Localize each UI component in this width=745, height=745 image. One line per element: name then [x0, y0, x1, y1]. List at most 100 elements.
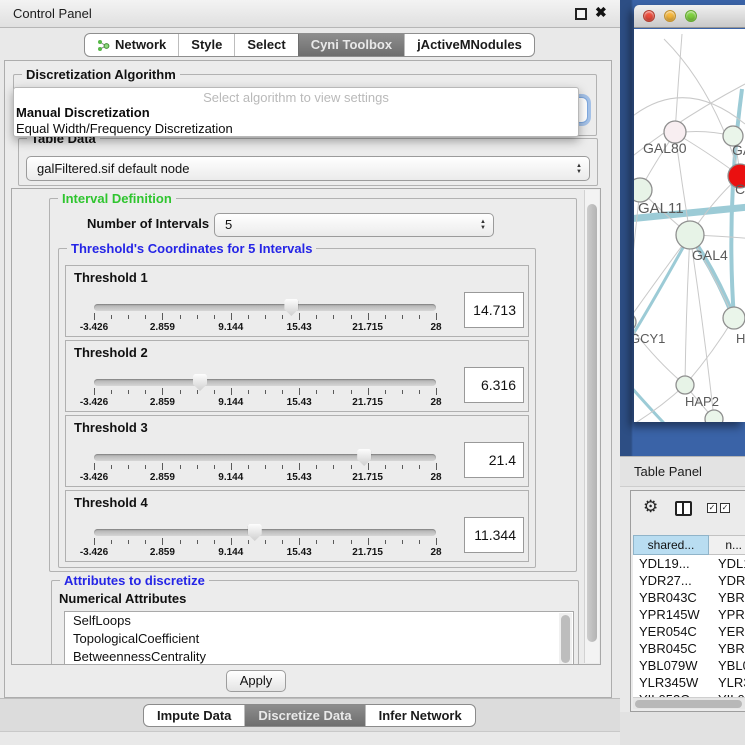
close-icon[interactable]: ✖	[595, 4, 607, 21]
table-row[interactable]: YBR045CYBR0	[633, 640, 745, 657]
table-body[interactable]: YDL19...YDL1YDR27...YDR2YBR043CYBR0YPR14…	[633, 555, 745, 697]
table-row[interactable]: YDL19...YDL1	[633, 555, 745, 572]
scrollbar-thumb[interactable]	[587, 204, 597, 642]
network-edge[interactable]	[685, 318, 734, 385]
threshold-value-field[interactable]: 14.713	[464, 292, 524, 328]
network-node[interactable]	[676, 376, 694, 394]
control-panel-titlebar: Control Panel ✖	[0, 0, 620, 28]
network-node[interactable]	[705, 410, 723, 422]
threshold-1-panel: Threshold 1 -3.4262.8599.14415.4321.7152…	[65, 265, 529, 337]
zoom-traffic-light-icon[interactable]	[685, 10, 697, 22]
checkbox-icon[interactable]: ✓	[720, 503, 730, 513]
float-window-icon[interactable]	[575, 8, 587, 20]
tab-label: Style	[191, 34, 222, 56]
network-node-label: GAL11	[638, 200, 684, 217]
network-node[interactable]	[634, 178, 652, 202]
threshold-2-panel: Threshold 2 -3.4262.8599.14415.4321.7152…	[65, 340, 529, 412]
network-canvas-svg: GAL80GAGAL11CGAL4GCY1HHAP2	[634, 29, 745, 422]
cyni-bottom-tabbar: Impute Data Discretize Data Infer Networ…	[143, 704, 476, 727]
slider-tick-labels: -3.4262.8599.14415.4321.71528	[94, 472, 436, 483]
group-title: Interval Definition	[58, 191, 176, 206]
apply-button[interactable]: Apply	[226, 670, 286, 692]
dropdown-option-manual-discretization[interactable]: Manual Discretization	[14, 105, 578, 121]
numerical-attributes-heading: Numerical Attributes	[59, 591, 186, 606]
network-node[interactable]	[676, 221, 704, 249]
table-horizontal-scrollbar[interactable]	[633, 697, 745, 709]
tab-jactivemnodules[interactable]: jActiveMNodules	[404, 34, 534, 56]
network-view-window: GAL80GAGAL11CGAL4GCY1HHAP2	[634, 5, 745, 422]
slider-ticks	[94, 463, 436, 471]
network-edge[interactable]	[634, 98, 745, 124]
table-panel-title: Table Panel	[634, 457, 702, 487]
threshold-label: Threshold 3	[74, 420, 148, 435]
slider-track[interactable]	[94, 529, 436, 536]
tab-impute-data[interactable]: Impute Data	[144, 705, 244, 726]
numerical-attribute-list[interactable]: SelfLoopsTopologicalCoefficientBetweenne…	[64, 611, 574, 665]
network-node-label: GA	[732, 142, 745, 158]
threshold-value-field[interactable]: 21.4	[464, 442, 524, 478]
tab-select[interactable]: Select	[234, 34, 297, 56]
table-data-combobox[interactable]: galFiltered.sif default node ▲▼	[26, 156, 590, 181]
tab-label: Network	[115, 34, 166, 56]
network-window-titlebar[interactable]	[634, 5, 745, 28]
table-row[interactable]: YBR043CYBR0	[633, 589, 745, 606]
attribute-item[interactable]: SelfLoops	[65, 612, 573, 630]
network-node[interactable]	[723, 307, 745, 329]
scrollbar-thumb[interactable]	[635, 700, 742, 708]
combo-spinner-icon: ▲▼	[576, 163, 582, 175]
network-tab-icon	[97, 39, 110, 52]
attributes-to-discretize-group: Attributes to discretize Numerical Attri…	[51, 580, 579, 665]
slider-tick-labels: -3.4262.8599.14415.4321.71528	[94, 547, 436, 558]
tab-cyni-toolbox[interactable]: Cyni Toolbox	[298, 34, 404, 56]
network-canvas[interactable]: GAL80GAGAL11CGAL4GCY1HHAP2	[634, 29, 745, 422]
dropdown-option-equal-width[interactable]: Equal Width/Frequency Discretization	[14, 121, 578, 137]
group-title: Discretization Algorithm	[22, 67, 180, 82]
network-node-label: GAL4	[692, 247, 728, 263]
threshold-3-slider[interactable]: -3.4262.8599.14415.4321.71528	[94, 450, 436, 484]
threshold-value-field[interactable]: 6.316	[464, 367, 524, 403]
slider-track[interactable]	[94, 454, 436, 461]
tab-label: jActiveMNodules	[417, 34, 522, 56]
slider-track[interactable]	[94, 379, 436, 386]
slider-ticks	[94, 313, 436, 321]
network-edge[interactable]	[685, 235, 690, 385]
table-row[interactable]: YBL079WYBL0	[633, 657, 745, 674]
tab-discretize-data[interactable]: Discretize Data	[244, 705, 364, 726]
algorithm-dropdown-popup: Select algorithm to view settings Manual…	[13, 87, 579, 137]
slider-track[interactable]	[94, 304, 436, 311]
attribute-item[interactable]: BetweennessCentrality	[65, 648, 573, 665]
group-title: Attributes to discretize	[60, 573, 209, 588]
checkbox-icon[interactable]: ✓	[707, 503, 717, 513]
split-columns-icon[interactable]	[675, 501, 692, 516]
table-row[interactable]: YLR345WYLR3	[633, 674, 745, 691]
threshold-1-slider[interactable]: -3.4262.8599.14415.4321.71528	[94, 300, 436, 334]
threshold-2-slider[interactable]: -3.4262.8599.14415.4321.71528	[94, 375, 436, 409]
threshold-4-slider[interactable]: -3.4262.8599.14415.4321.71528	[94, 525, 436, 559]
tab-label: Select	[247, 34, 285, 56]
threshold-coordinates-group: Threshold's Coordinates for 5 Intervals …	[58, 248, 536, 568]
threshold-value-field[interactable]: 11.344	[464, 517, 524, 553]
number-of-intervals-combobox[interactable]: 5 ▲▼	[214, 213, 494, 237]
attribute-item[interactable]: TopologicalCoefficient	[65, 630, 573, 648]
close-traffic-light-icon[interactable]	[643, 10, 655, 22]
threshold-4-panel: Threshold 4 -3.4262.8599.14415.4321.7152…	[65, 490, 529, 562]
gear-icon[interactable]: ⚙	[643, 497, 658, 517]
tab-network[interactable]: Network	[85, 34, 178, 56]
slider-ticks	[94, 538, 436, 546]
tab-infer-network[interactable]: Infer Network	[365, 705, 475, 726]
network-edge[interactable]	[731, 89, 742, 318]
scrollbar-thumb[interactable]	[561, 615, 570, 663]
table-row[interactable]: YER054CYER0	[633, 623, 745, 640]
table-row[interactable]: YPR145WYPR1	[633, 606, 745, 623]
settings-vertical-scrollbar[interactable]	[584, 190, 599, 663]
network-edge[interactable]	[675, 34, 682, 133]
number-of-intervals-label: Number of Intervals	[87, 216, 209, 231]
column-header-shared-name[interactable]: shared...	[633, 535, 709, 555]
network-node-label: GCY1	[634, 331, 665, 346]
tab-style[interactable]: Style	[178, 34, 234, 56]
minimize-traffic-light-icon[interactable]	[664, 10, 676, 22]
combo-value: 5	[225, 217, 232, 232]
column-header-name[interactable]: n...	[709, 535, 745, 555]
attribute-list-scrollbar[interactable]	[559, 613, 572, 665]
table-row[interactable]: YDR27...YDR2	[633, 572, 745, 589]
